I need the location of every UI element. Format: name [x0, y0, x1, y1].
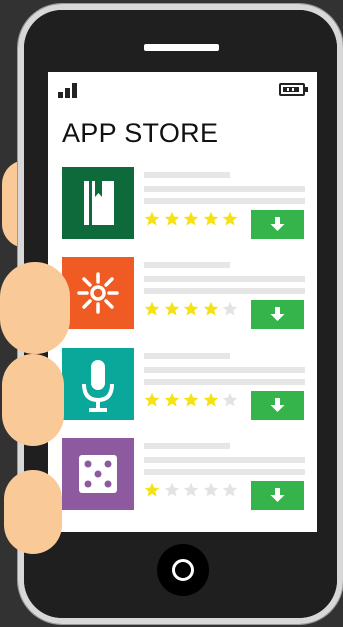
placeholder-text-line	[144, 262, 230, 268]
star-filled-icon	[144, 392, 160, 407]
placeholder-text-line	[144, 198, 305, 204]
star-empty-icon	[222, 482, 238, 497]
finger-4	[4, 470, 62, 554]
app-list-item[interactable]	[62, 438, 305, 510]
download-button[interactable]	[251, 210, 304, 239]
star-filled-icon	[203, 301, 218, 316]
app-list-item[interactable]	[62, 257, 305, 329]
speaker-grille	[144, 44, 219, 51]
download-button[interactable]	[251, 481, 304, 510]
download-arrow-icon	[270, 217, 285, 231]
placeholder-text-line	[144, 172, 230, 178]
star-rating	[144, 392, 244, 412]
placeholder-text-line	[144, 367, 305, 373]
download-button[interactable]	[251, 391, 304, 420]
download-button[interactable]	[251, 300, 304, 329]
sparkle-icon[interactable]	[62, 257, 134, 329]
star-empty-icon	[222, 392, 238, 407]
download-arrow-icon	[270, 488, 285, 502]
dice-icon[interactable]	[62, 438, 134, 510]
placeholder-text-line	[144, 186, 305, 192]
star-filled-icon	[203, 392, 218, 407]
home-button[interactable]	[157, 544, 209, 596]
placeholder-text-line	[144, 276, 305, 282]
star-filled-icon	[183, 301, 199, 316]
star-filled-icon	[164, 392, 179, 407]
download-arrow-icon	[270, 398, 285, 412]
star-filled-icon	[144, 482, 160, 497]
app-list-item[interactable]	[62, 348, 305, 420]
star-filled-icon	[144, 211, 160, 226]
star-rating	[144, 211, 244, 231]
placeholder-text-line	[144, 469, 305, 475]
star-rating	[144, 482, 244, 502]
placeholder-text-line	[144, 379, 305, 385]
phone-screen: APP STORE	[48, 72, 317, 532]
star-empty-icon	[203, 482, 218, 497]
book-icon[interactable]	[62, 167, 134, 239]
star-filled-icon	[183, 211, 199, 226]
star-empty-icon	[164, 482, 179, 497]
star-filled-icon	[183, 392, 199, 407]
placeholder-text-line	[144, 288, 305, 294]
page-title: APP STORE	[62, 118, 219, 148]
star-filled-icon	[164, 301, 179, 316]
placeholder-text-line	[144, 353, 230, 359]
placeholder-text-line	[144, 443, 230, 449]
home-button-ring	[172, 559, 194, 581]
star-filled-icon	[203, 211, 218, 226]
app-list-item[interactable]	[62, 167, 305, 239]
finger-2	[0, 262, 70, 354]
star-filled-icon	[144, 301, 160, 316]
star-rating	[144, 301, 244, 321]
battery-icon	[279, 83, 308, 96]
finger-3	[2, 354, 64, 446]
microphone-icon[interactable]	[62, 348, 134, 420]
signal-icon	[58, 82, 80, 98]
download-arrow-icon	[270, 307, 285, 321]
star-empty-icon	[183, 482, 199, 497]
star-filled-icon	[222, 211, 238, 226]
status-bar	[48, 72, 317, 106]
star-filled-icon	[164, 211, 179, 226]
placeholder-text-line	[144, 457, 305, 463]
star-empty-icon	[222, 301, 238, 316]
